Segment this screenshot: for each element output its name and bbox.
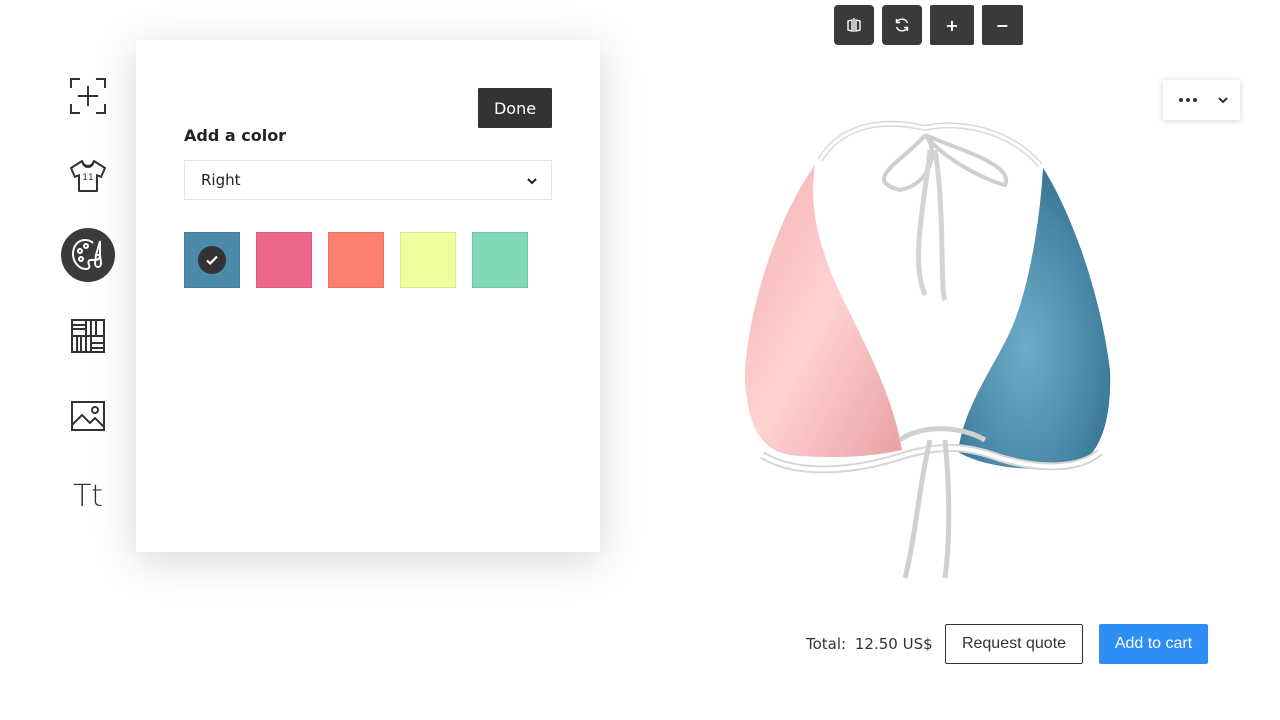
zoom-out-icon: − [995, 15, 1010, 35]
total-value: 12.50 US$ [854, 635, 933, 653]
area-select[interactable]: Right [184, 160, 552, 200]
request-quote-button[interactable]: Request quote [945, 624, 1083, 664]
zoom-out-button[interactable]: − [982, 5, 1023, 45]
color-swatch[interactable] [328, 232, 384, 288]
rotate-icon [895, 18, 909, 32]
color-swatches [184, 232, 528, 288]
product-style-button[interactable]: 11 [60, 148, 116, 204]
color-swatch[interactable] [184, 232, 240, 288]
designer-page: 11 Tt Add a color Done Right + − Total: … [0, 0, 1280, 720]
checkmark-icon [198, 246, 226, 274]
add-frame-icon [70, 78, 106, 114]
mirror-button[interactable] [834, 5, 874, 45]
tie-loop [882, 133, 1009, 193]
right-cup [958, 168, 1111, 470]
total-label: Total: [806, 635, 847, 653]
text-icon: Tt [72, 478, 104, 514]
color-swatch[interactable] [400, 232, 456, 288]
image-tool-button[interactable] [60, 388, 116, 444]
rotate-button[interactable] [882, 5, 922, 45]
image-icon [71, 401, 105, 431]
add-to-cart-button[interactable]: Add to cart [1099, 624, 1208, 664]
chevron-down-icon [1218, 97, 1228, 104]
svg-text:11: 11 [82, 173, 93, 183]
color-panel: Add a color Done Right [136, 40, 600, 552]
zoom-in-button[interactable]: + [930, 5, 974, 45]
pattern-grid-icon [71, 319, 105, 353]
pattern-tool-button[interactable] [60, 308, 116, 364]
area-select-value: Right [201, 171, 241, 189]
panel-title: Add a color [184, 126, 287, 145]
text-tool-button[interactable]: Tt [60, 468, 116, 524]
zoom-in-icon: + [945, 15, 959, 35]
product-preview[interactable] [700, 110, 1160, 590]
chevron-down-icon [527, 178, 537, 185]
left-cup [745, 165, 902, 458]
tie-string [916, 149, 948, 302]
done-button[interactable]: Done [478, 88, 552, 128]
more-dots-icon [1179, 98, 1197, 102]
more-menu-button[interactable] [1163, 80, 1240, 120]
color-swatch[interactable] [472, 232, 528, 288]
jersey-icon: 11 [70, 160, 106, 192]
total-price: Total: 12.50 US$ [806, 635, 933, 653]
palette-icon [71, 238, 103, 271]
add-element-button[interactable] [60, 68, 116, 124]
color-swatch[interactable] [256, 232, 312, 288]
mirror-icon [847, 18, 861, 32]
color-tool-button[interactable] [61, 228, 115, 282]
